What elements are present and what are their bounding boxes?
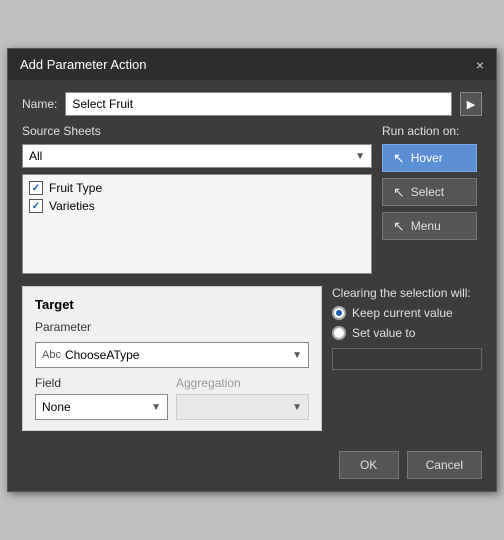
source-sheets-label: Source Sheets	[22, 124, 372, 138]
cursor-select-icon: ↖	[393, 185, 405, 199]
dialog-footer: OK Cancel	[8, 443, 496, 491]
list-item: Varieties	[29, 199, 365, 213]
chevron-down-icon: ▼	[292, 402, 302, 413]
aggregation-dropdown[interactable]: ▼	[176, 394, 309, 420]
chevron-down-icon: ▼	[355, 151, 365, 162]
keep-current-label: Keep current value	[352, 306, 453, 320]
select-button[interactable]: ↖ Select	[382, 178, 477, 206]
param-value: ChooseAType	[65, 348, 140, 362]
abc-badge: Abc	[42, 349, 61, 361]
cursor-hover-icon: ↖	[393, 151, 405, 165]
dialog-body: Name: ▶ Source Sheets All ▼ Fruit Type	[8, 80, 496, 443]
fruit-type-checkbox[interactable]	[29, 181, 43, 195]
add-parameter-action-dialog: Add Parameter Action × Name: ▶ Source Sh…	[7, 48, 497, 492]
target-panel: Target Parameter Abc ChooseAType ▼ Field…	[22, 286, 322, 431]
set-value-label: Set value to	[352, 326, 415, 340]
keep-current-radio[interactable]	[332, 306, 346, 320]
set-value-input[interactable]	[332, 348, 482, 370]
parameter-dropdown[interactable]: Abc ChooseAType ▼	[35, 342, 309, 368]
clearing-label: Clearing the selection will:	[332, 286, 482, 300]
name-arrow-button[interactable]: ▶	[460, 92, 482, 116]
field-agg-row: Field None ▼ Aggregation ▼	[35, 376, 309, 420]
ok-button[interactable]: OK	[339, 451, 399, 479]
source-sheets-list: Fruit Type Varieties	[22, 174, 372, 274]
set-value-radio[interactable]	[332, 326, 346, 340]
fruit-type-label: Fruit Type	[49, 181, 102, 195]
hover-button[interactable]: ↖ Hover	[382, 144, 477, 172]
name-row: Name: ▶	[22, 92, 482, 116]
varieties-checkbox[interactable]	[29, 199, 43, 213]
field-dropdown[interactable]: None ▼	[35, 394, 168, 420]
dialog-title: Add Parameter Action	[20, 57, 146, 72]
set-value-row: Set value to	[332, 326, 482, 340]
select-label: Select	[411, 185, 444, 199]
field-value: None	[42, 400, 71, 414]
keep-current-row: Keep current value	[332, 306, 482, 320]
source-sheets-value: All	[29, 149, 42, 163]
source-left: Source Sheets All ▼ Fruit Type Varieties	[22, 124, 372, 274]
name-input[interactable]	[65, 92, 452, 116]
agg-col: Aggregation ▼	[176, 376, 309, 420]
varieties-label: Varieties	[49, 199, 95, 213]
cancel-button[interactable]: Cancel	[407, 451, 482, 479]
cursor-menu-icon: ↖	[393, 219, 405, 233]
aggregation-label: Aggregation	[176, 376, 309, 390]
field-label: Field	[35, 376, 168, 390]
list-item: Fruit Type	[29, 181, 365, 195]
menu-label: Menu	[411, 219, 441, 233]
run-action-label: Run action on:	[382, 124, 482, 138]
source-sheets-dropdown[interactable]: All ▼	[22, 144, 372, 168]
title-bar: Add Parameter Action ×	[8, 49, 496, 80]
chevron-down-icon: ▼	[151, 402, 161, 413]
param-dropdown-text: Abc ChooseAType	[42, 348, 139, 362]
field-col: Field None ▼	[35, 376, 168, 420]
run-action-section: Run action on: ↖ Hover ↖ Select ↖ Menu	[382, 124, 482, 274]
target-title: Target	[35, 297, 309, 312]
chevron-down-icon: ▼	[292, 350, 302, 361]
clearing-section: Clearing the selection will: Keep curren…	[332, 286, 482, 431]
bottom-section: Target Parameter Abc ChooseAType ▼ Field…	[22, 286, 482, 431]
menu-button[interactable]: ↖ Menu	[382, 212, 477, 240]
hover-label: Hover	[411, 151, 443, 165]
parameter-label: Parameter	[35, 320, 309, 334]
name-label: Name:	[22, 97, 57, 111]
close-icon[interactable]: ×	[476, 58, 484, 72]
source-section: Source Sheets All ▼ Fruit Type Varieties	[22, 124, 482, 274]
